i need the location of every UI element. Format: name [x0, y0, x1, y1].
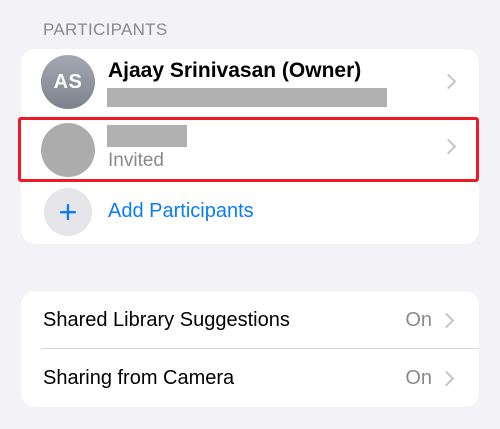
setting-row-shared-library-suggestions[interactable]: Shared Library Suggestions On: [21, 291, 479, 349]
highlight-box: [18, 117, 479, 182]
participants-section-header: PARTICIPANTS: [43, 20, 168, 39]
chevron-right-icon: [438, 312, 455, 329]
plus-icon: +: [44, 188, 92, 236]
setting-value: On: [405, 367, 432, 389]
setting-label: Sharing from Camera: [43, 367, 235, 389]
settings-card: Shared Library Suggestions On Sharing fr…: [21, 291, 479, 407]
add-participants-button[interactable]: + Add Participants: [21, 181, 479, 244]
add-participants-label: Add Participants: [108, 200, 254, 222]
setting-label: Shared Library Suggestions: [43, 309, 290, 331]
redacted-email: [107, 88, 387, 107]
setting-value: On: [405, 309, 432, 331]
chevron-right-icon: [440, 73, 457, 90]
avatar: AS: [41, 55, 95, 109]
participant-name: Ajaay Srinivasan (Owner): [108, 59, 362, 82]
participant-row-owner[interactable]: AS Ajaay Srinivasan (Owner): [21, 49, 479, 115]
setting-row-sharing-from-camera[interactable]: Sharing from Camera On: [21, 349, 479, 407]
chevron-right-icon: [438, 370, 455, 387]
